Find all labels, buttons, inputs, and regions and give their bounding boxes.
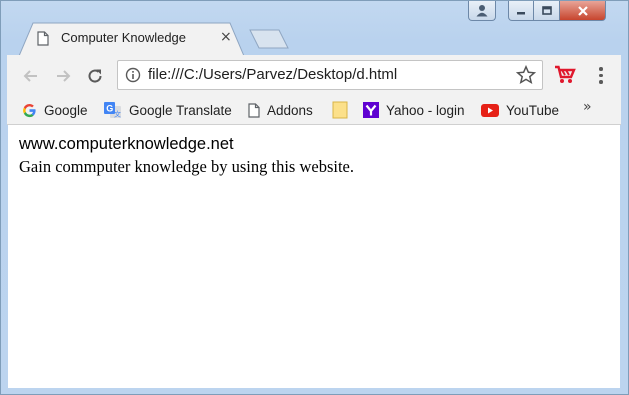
tab-close-button[interactable]: ×	[220, 29, 232, 45]
bookmarks-overflow-button[interactable]: »	[583, 99, 592, 115]
site-description: Gain commputer knowledge by using this w…	[19, 157, 354, 176]
page-icon	[248, 102, 260, 118]
minimize-icon	[517, 11, 525, 14]
close-icon	[577, 5, 588, 16]
star-icon[interactable]	[516, 65, 536, 85]
bookmark-label: Yahoo - login	[386, 102, 465, 118]
reload-button[interactable]	[83, 64, 107, 88]
minimize-button[interactable]	[508, 1, 534, 21]
browser-window: Computer Knowledge × file:///C:/Users/Pa…	[0, 0, 629, 395]
maximize-icon	[541, 5, 552, 15]
reload-icon	[88, 69, 102, 83]
folder-icon	[332, 101, 348, 119]
svg-text:G: G	[106, 103, 113, 113]
bookmark-google[interactable]: Google	[22, 100, 88, 120]
bookmark-youtube[interactable]: YouTube	[481, 100, 559, 120]
address-bar[interactable]: file:///C:/Users/Parvez/Desktop/d.html	[117, 60, 543, 90]
bookmark-label: YouTube	[506, 102, 560, 118]
bookmark-label: Google	[44, 102, 88, 118]
bookmark-label: Google Translate	[129, 102, 232, 118]
page-icon	[37, 31, 49, 46]
menu-icon[interactable]	[595, 65, 607, 87]
user-icon	[476, 5, 488, 17]
back-button[interactable]	[19, 64, 43, 88]
bookmark-addons[interactable]: Addons	[248, 100, 313, 120]
svg-text:文: 文	[114, 109, 121, 118]
tab-computer-knowledge[interactable]: Computer Knowledge ×	[19, 22, 244, 56]
close-window-button[interactable]	[560, 1, 606, 21]
site-heading: www.computerknowledge.net	[19, 135, 234, 153]
window-controls	[468, 1, 606, 23]
info-icon[interactable]	[125, 67, 141, 83]
arrow-right-icon	[57, 70, 71, 82]
google-g-icon	[22, 103, 37, 118]
page-content: www.computerknowledge.net Gain commputer…	[8, 125, 620, 388]
bookmark-yahoo-login[interactable]: Yahoo - login	[363, 100, 465, 120]
yahoo-icon	[363, 102, 379, 118]
url-text[interactable]: file:///C:/Users/Parvez/Desktop/d.html	[148, 66, 397, 83]
forward-button[interactable]	[51, 64, 75, 88]
tab-title: Computer Knowledge	[61, 30, 187, 45]
arrow-left-icon	[23, 70, 37, 82]
new-tab-button[interactable]	[249, 29, 289, 49]
google-translate-icon: G 文	[104, 101, 122, 119]
maximize-button[interactable]	[534, 1, 560, 21]
bookmarks-bar: Google G 文 Google Translate Addons Yahoo…	[7, 97, 621, 125]
bookmark-folder[interactable]	[332, 100, 355, 120]
bookmark-label: Addons	[267, 102, 313, 118]
bookmark-google-translate[interactable]: G 文 Google Translate	[104, 100, 232, 120]
youtube-icon	[481, 103, 499, 117]
profile-button[interactable]	[468, 1, 496, 21]
cart-extension-icon[interactable]	[554, 65, 576, 85]
browser-toolbar: file:///C:/Users/Parvez/Desktop/d.html	[7, 55, 621, 97]
